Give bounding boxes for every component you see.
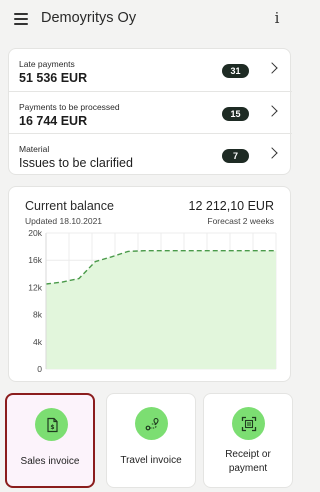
y-tick-label: 4k <box>33 337 43 347</box>
chevron-right-icon <box>266 147 278 159</box>
y-tick-label: 20k <box>28 228 42 238</box>
receipt-scan-icon <box>232 407 265 440</box>
material-issues-row[interactable]: Material Issues to be clarified 7 <box>9 133 292 175</box>
row-label: Late payments <box>19 59 75 69</box>
travel-route-icon <box>135 407 168 440</box>
receipt-or-payment-button[interactable]: Receipt or payment <box>203 393 293 488</box>
y-tick-label: 16k <box>28 255 42 265</box>
balance-card: Current balance 12 212,10 EUR Updated 18… <box>8 186 291 382</box>
row-label: Material <box>19 144 50 154</box>
summary-card: Late payments 51 536 EUR 31 Payments to … <box>8 48 292 175</box>
sales-invoice-icon: $ <box>35 408 68 441</box>
late-payments-row[interactable]: Late payments 51 536 EUR 31 <box>9 49 292 91</box>
sales-invoice-button[interactable]: $ Sales invoice <box>5 393 95 488</box>
action-label: Travel invoice <box>120 455 182 466</box>
action-label-line2: payment <box>228 463 268 474</box>
y-tick-label: 0 <box>37 364 42 374</box>
chevron-right-icon <box>266 105 278 117</box>
balance-title: Current balance <box>25 199 114 213</box>
hamburger-menu-icon[interactable] <box>14 13 28 25</box>
row-value: 16 744 EUR <box>19 114 88 128</box>
action-label-line1: Receipt or <box>225 449 271 460</box>
balance-forecast-chart: 20k 16k 12k 8k 4k 0 <box>28 228 277 374</box>
balance-amount: 12 212,10 EUR <box>188 199 274 213</box>
svg-text:$: $ <box>50 424 54 431</box>
count-badge: 31 <box>222 64 249 78</box>
count-badge: 15 <box>222 107 249 121</box>
action-label: Sales invoice <box>20 456 80 467</box>
y-tick-label: 8k <box>33 310 43 320</box>
balance-area <box>46 250 276 369</box>
row-label: Payments to be processed <box>19 102 120 112</box>
row-value: 51 536 EUR <box>19 71 88 85</box>
y-tick-label: 12k <box>28 282 42 292</box>
chevron-right-icon <box>266 62 278 74</box>
travel-invoice-button[interactable]: Travel invoice <box>106 393 196 488</box>
app-bar: Demoyritys Oy i <box>0 0 300 38</box>
row-value: Issues to be clarified <box>19 156 133 170</box>
company-name: Demoyritys Oy <box>41 10 137 26</box>
payments-to-process-row[interactable]: Payments to be processed 16 744 EUR 15 <box>9 91 292 133</box>
info-icon[interactable]: i <box>270 9 284 29</box>
count-badge: 7 <box>222 149 249 163</box>
